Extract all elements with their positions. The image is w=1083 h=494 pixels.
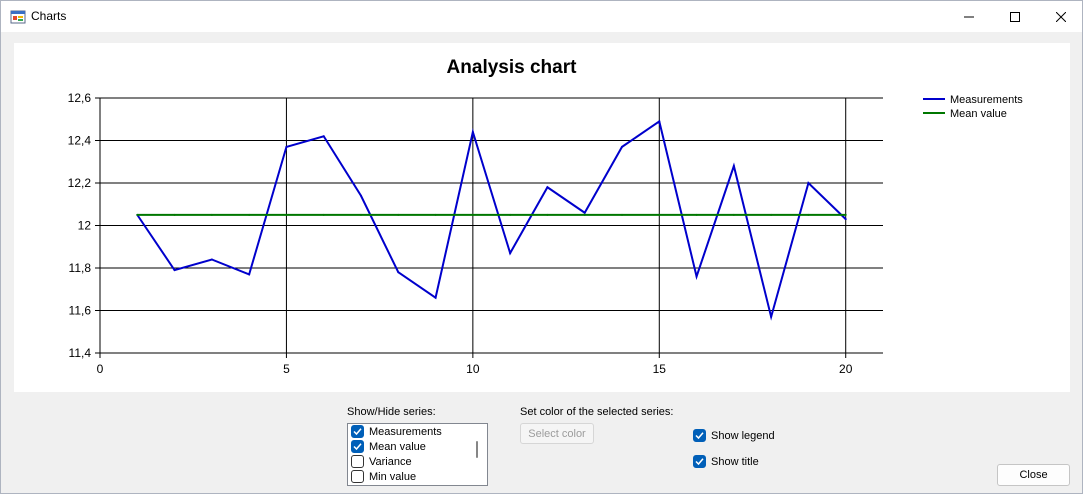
close-button[interactable]: Close bbox=[997, 464, 1070, 486]
data-point bbox=[583, 213, 586, 216]
series-item-label: Mean value bbox=[369, 440, 426, 453]
y-tick-label: 12,2 bbox=[68, 176, 92, 190]
title-bar[interactable]: Charts bbox=[1, 1, 1082, 32]
series-item-mean-value[interactable]: Mean value bbox=[351, 439, 426, 454]
data-point bbox=[509, 252, 512, 255]
checkmark-icon bbox=[353, 428, 362, 436]
show-title-checkbox[interactable] bbox=[693, 455, 706, 468]
data-point bbox=[248, 273, 251, 276]
data-point bbox=[360, 213, 362, 216]
close-icon bbox=[1056, 11, 1066, 22]
checkmark-icon bbox=[695, 458, 704, 466]
data-point bbox=[695, 213, 698, 216]
show-hide-series-label: Show/Hide series: bbox=[347, 406, 436, 418]
data-point bbox=[360, 194, 362, 197]
series-item-label: Variance bbox=[369, 455, 412, 468]
maximize-icon bbox=[1010, 11, 1020, 22]
series-item-variance[interactable]: Variance bbox=[351, 454, 412, 469]
show-legend-option[interactable]: Show legend bbox=[693, 429, 775, 442]
data-point bbox=[807, 182, 810, 184]
y-tick-label: 11,4 bbox=[69, 346, 92, 360]
chart-title: Analysis chart bbox=[447, 57, 578, 78]
data-point bbox=[732, 213, 735, 216]
checkmark-icon bbox=[353, 443, 362, 451]
data-point bbox=[546, 186, 549, 189]
y-tick-label: 12 bbox=[78, 219, 92, 233]
data-point bbox=[173, 269, 176, 272]
data-point bbox=[285, 213, 288, 216]
data-point bbox=[322, 213, 325, 216]
close-window-button[interactable] bbox=[1038, 1, 1083, 32]
data-point bbox=[471, 131, 474, 133]
series-item-label: Measurements bbox=[369, 425, 442, 438]
series-checklist[interactable]: Measurements Mean value Variance Min val… bbox=[347, 423, 488, 486]
set-color-label: Set color of the selected series: bbox=[520, 406, 674, 418]
checkbox[interactable] bbox=[351, 455, 364, 468]
data-point bbox=[210, 258, 213, 261]
data-point bbox=[173, 213, 176, 216]
show-legend-checkbox[interactable] bbox=[693, 429, 706, 442]
data-point bbox=[434, 296, 437, 299]
data-point bbox=[583, 211, 586, 214]
data-point bbox=[285, 145, 288, 148]
y-tick-label: 12,6 bbox=[68, 91, 92, 105]
checkmark-icon bbox=[695, 432, 704, 440]
data-point bbox=[434, 213, 437, 216]
data-point bbox=[770, 315, 773, 318]
data-point bbox=[210, 213, 213, 216]
data-point bbox=[322, 135, 325, 138]
data-point bbox=[844, 213, 847, 216]
checkbox[interactable] bbox=[351, 425, 364, 438]
line-chart: Analysis chart 11,4 11,6 11,8 12 12,2 12,4 12,6… bbox=[68, 57, 1024, 376]
window-title: Charts bbox=[31, 9, 67, 23]
data-point bbox=[695, 275, 698, 278]
list-scrollbar[interactable] bbox=[476, 441, 478, 458]
data-point bbox=[844, 218, 847, 221]
show-title-option[interactable]: Show title bbox=[693, 455, 759, 468]
data-point bbox=[471, 213, 474, 216]
data-point bbox=[136, 213, 139, 216]
y-tick-label: 11,6 bbox=[69, 304, 92, 318]
minimize-icon bbox=[964, 16, 974, 17]
series-item-measurements[interactable]: Measurements bbox=[351, 424, 442, 439]
maximize-button[interactable] bbox=[992, 1, 1038, 32]
minimize-button[interactable] bbox=[946, 1, 992, 32]
series-item-min-value[interactable]: Min value bbox=[351, 469, 416, 484]
x-tick-label: 5 bbox=[283, 362, 290, 376]
data-point bbox=[770, 213, 773, 216]
app-icon bbox=[10, 10, 26, 24]
charts-window: Charts Analysis chart 11,4 11,6 11,8 12 12,2 1… bbox=[0, 0, 1083, 494]
show-legend-label: Show legend bbox=[711, 429, 775, 442]
data-point bbox=[397, 271, 400, 274]
checkbox[interactable] bbox=[351, 470, 364, 483]
chart-area: Analysis chart 11,4 11,6 11,8 12 12,2 12,4 12,6… bbox=[14, 43, 1070, 392]
data-point bbox=[509, 213, 512, 216]
data-point bbox=[397, 213, 400, 216]
x-tick-label: 15 bbox=[653, 362, 667, 376]
data-point bbox=[621, 213, 623, 216]
data-point bbox=[658, 120, 661, 123]
legend-label: Measurements bbox=[950, 94, 1023, 106]
x-tick-label: 20 bbox=[839, 362, 853, 376]
show-title-label: Show title bbox=[711, 455, 759, 468]
data-point bbox=[546, 213, 549, 216]
data-point bbox=[658, 213, 661, 216]
checkbox[interactable] bbox=[351, 440, 364, 453]
data-point bbox=[621, 145, 623, 148]
data-point bbox=[732, 165, 735, 167]
series-item-label: Min value bbox=[369, 470, 417, 483]
y-tick-label: 12,4 bbox=[68, 134, 92, 148]
y-tick-label: 11,8 bbox=[69, 261, 92, 275]
data-point bbox=[807, 213, 810, 216]
data-point bbox=[248, 213, 251, 216]
select-color-button[interactable]: Select color bbox=[520, 423, 594, 444]
legend-label: Mean value bbox=[950, 108, 1007, 120]
series-line-measurements bbox=[136, 119, 847, 321]
x-tick-label: 0 bbox=[97, 362, 104, 376]
x-tick-label: 10 bbox=[466, 362, 480, 376]
